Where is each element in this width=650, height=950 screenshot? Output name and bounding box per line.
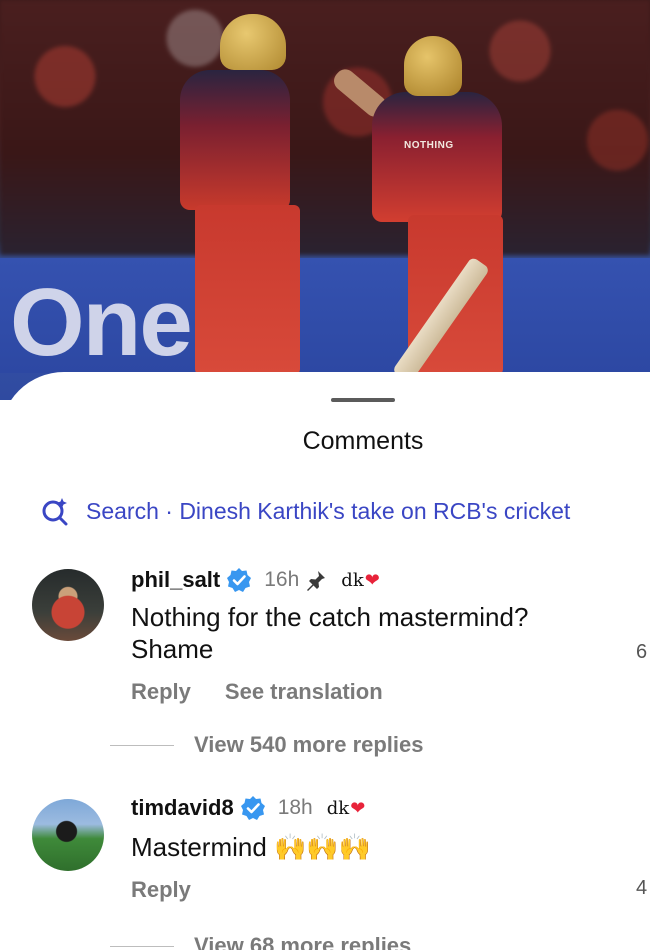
board-text: One <box>10 269 193 376</box>
search-suggestion[interactable]: Search · Dinesh Karthik's take on RCB's … <box>40 496 570 526</box>
reply-button[interactable]: Reply <box>131 679 191 705</box>
comment-text: Mastermind 🙌🙌🙌 <box>131 831 601 864</box>
player-left-legs <box>195 205 300 375</box>
comment-text-line: Mastermind <box>131 832 267 862</box>
player-left-helmet <box>220 14 286 70</box>
shirt-sponsor-text: NOTHING <box>404 140 454 151</box>
creator-like-badge: dk <box>326 797 350 819</box>
like-count[interactable]: 6 <box>636 641 647 664</box>
avatar[interactable] <box>32 799 104 871</box>
replies-divider <box>110 945 174 947</box>
comment-text: Nothing for the catch mastermind? Shame <box>131 601 601 665</box>
comment-text-line: Shame <box>131 634 214 664</box>
reply-button[interactable]: Reply <box>131 877 191 903</box>
avatar[interactable] <box>32 569 104 641</box>
search-suggestion-label: Search · Dinesh Karthik's take on RCB's … <box>86 497 571 524</box>
comment-actions: Reply <box>131 877 225 903</box>
drag-handle[interactable] <box>331 398 395 402</box>
comment-time: 18h <box>277 796 313 819</box>
comment-username[interactable]: phil_salt <box>131 567 220 593</box>
sparkle-search-icon <box>42 498 68 526</box>
replies-divider <box>110 744 174 746</box>
crowd-background <box>0 0 650 255</box>
view-replies-button[interactable]: View 68 more replies <box>110 933 411 950</box>
comments-sheet: Comments Search · Dinesh Karthik's take … <box>0 372 650 950</box>
verified-badge-icon <box>240 796 265 820</box>
comment-header: phil_salt 16h dk ❤ <box>131 567 380 593</box>
video-frame[interactable]: One NOTHING <box>0 0 650 400</box>
clapping-hands-emoji: 🙌🙌🙌 <box>274 833 372 863</box>
player-right-helmet <box>404 36 462 96</box>
view-replies-label: View 68 more replies <box>194 933 412 950</box>
comment-actions: Reply See translation <box>131 679 417 705</box>
like-count[interactable]: 4 <box>636 877 647 900</box>
comment-time: 16h <box>264 568 300 591</box>
creator-like-badge: dk <box>341 569 364 591</box>
player-left-torso <box>180 70 290 210</box>
see-translation-button[interactable]: See translation <box>225 679 383 705</box>
player-right-torso <box>372 92 502 222</box>
view-replies-button[interactable]: View 540 more replies <box>110 732 424 758</box>
comment-text-line: Nothing for the catch mastermind? <box>131 602 529 632</box>
pin-icon <box>307 571 326 591</box>
heart-icon: ❤ <box>364 569 380 590</box>
comment-username[interactable]: timdavid8 <box>131 795 234 821</box>
comment-header: timdavid8 18h dk ❤ <box>131 795 365 821</box>
view-replies-label: View 540 more replies <box>194 732 424 757</box>
heart-icon: ❤ <box>350 797 366 818</box>
sheet-title: Comments <box>302 427 424 455</box>
verified-badge-icon <box>227 568 252 592</box>
